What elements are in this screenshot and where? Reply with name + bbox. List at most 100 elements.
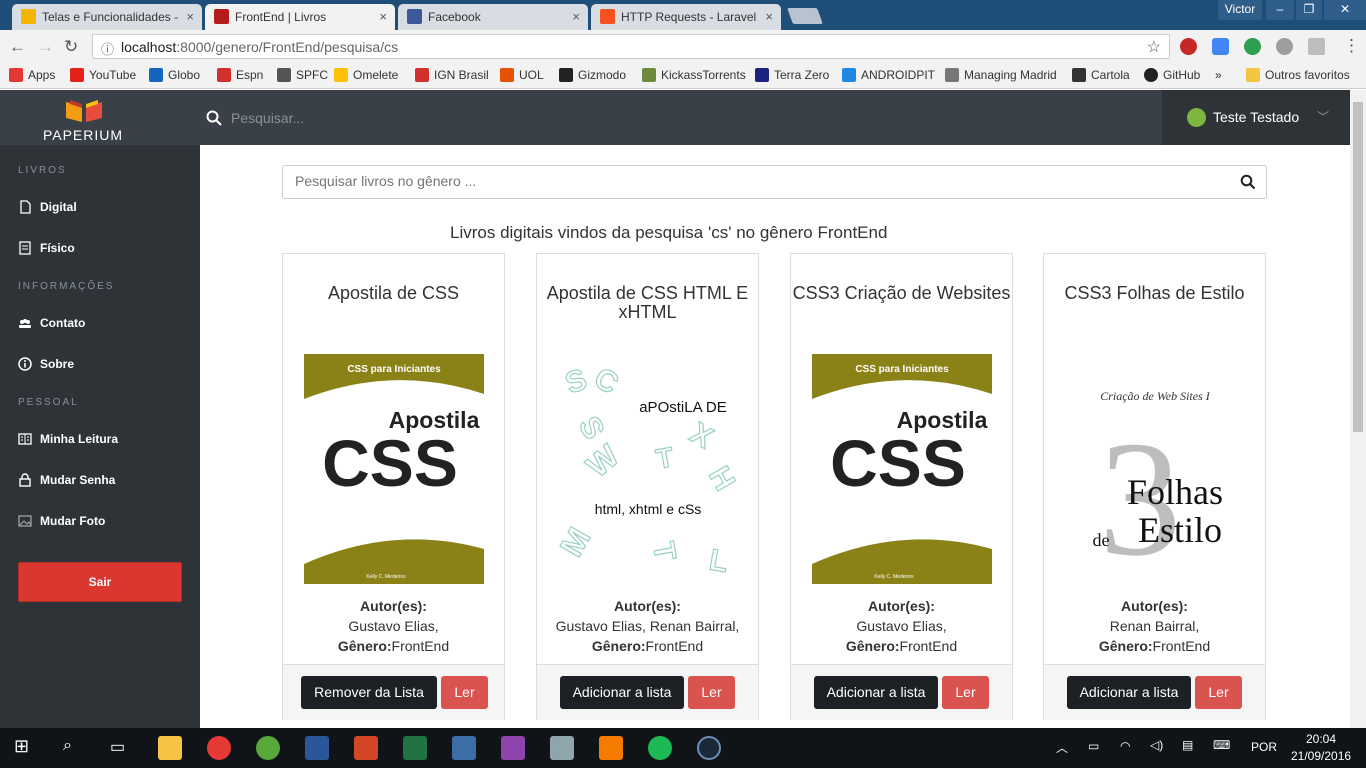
language-indicator[interactable]: POR xyxy=(1251,740,1277,754)
restore-icon[interactable]: ❐ xyxy=(1296,0,1322,20)
book-cover[interactable]: Criação de Web Sites I 3 Folhas de Estil… xyxy=(1065,354,1245,584)
book-title[interactable]: Apostila de CSS HTML E xHTML xyxy=(537,284,758,322)
spotify-icon[interactable] xyxy=(648,736,672,760)
browser-tab-active[interactable]: FrontEnd | Livros × xyxy=(205,4,395,30)
bookmark-uol[interactable]: UOL xyxy=(500,68,544,82)
user-menu[interactable]: Teste Testado ﹀ xyxy=(1162,90,1350,145)
chrome-icon[interactable] xyxy=(207,736,231,760)
bookmark-omelete[interactable]: Omelete xyxy=(334,68,398,82)
virtualbox-icon[interactable] xyxy=(550,736,574,760)
book-search-input[interactable] xyxy=(283,166,1213,196)
bookmark-cartola[interactable]: Cartola xyxy=(1072,68,1130,82)
excel-icon[interactable] xyxy=(403,736,427,760)
bookmark-youtube[interactable]: YouTube xyxy=(70,68,136,82)
add-to-list-button[interactable]: Adicionar a lista xyxy=(814,676,938,709)
sidebar-item-fisico[interactable]: Físico xyxy=(18,241,75,255)
close-icon[interactable]: × xyxy=(379,9,387,24)
read-button[interactable]: Ler xyxy=(942,676,989,709)
bookmark-espn[interactable]: Espn xyxy=(217,68,263,82)
clock-date[interactable]: 21/09/2016 xyxy=(1291,749,1351,763)
bookmark-ign[interactable]: IGN Brasil xyxy=(415,68,489,82)
battery-icon[interactable]: ▭ xyxy=(1088,739,1099,753)
svg-text:Kelly C. Medeiros: Kelly C. Medeiros xyxy=(874,574,914,580)
vlc-icon[interactable] xyxy=(599,736,623,760)
book-title[interactable]: Apostila de CSS xyxy=(283,284,504,303)
top-search-input[interactable]: Pesquisar... xyxy=(231,110,304,126)
forward-icon[interactable]: → xyxy=(37,37,54,57)
extension-icon[interactable] xyxy=(1244,38,1261,55)
gmail-extension-icon[interactable] xyxy=(1276,38,1293,55)
bookmark-star-icon[interactable]: ☆ xyxy=(1147,37,1161,57)
bookmark-kickass[interactable]: KickassTorrents xyxy=(642,68,746,82)
book-cover[interactable]: CSS para Iniciantes Apostila CSS Kelly C… xyxy=(304,354,484,584)
browser-tab[interactable]: HTTP Requests - Laravel × xyxy=(591,4,781,30)
notification-icon[interactable]: ▤ xyxy=(1182,738,1193,752)
bookmark-spfc[interactable]: SPFC xyxy=(277,68,328,82)
bookmark-apps[interactable]: Apps xyxy=(9,68,55,82)
adblock-icon[interactable] xyxy=(1180,38,1197,55)
sidebar-item-contato[interactable]: Contato xyxy=(18,316,85,330)
volume-icon[interactable]: ◁) xyxy=(1150,738,1163,752)
keyboard-icon[interactable]: ⌨ xyxy=(1213,738,1230,752)
steam-icon[interactable] xyxy=(697,736,721,760)
logout-button[interactable]: Sair xyxy=(18,562,182,602)
browser-tab[interactable]: Telas e Funcionalidades - × xyxy=(12,4,202,30)
read-button[interactable]: Ler xyxy=(441,676,488,709)
mysql-workbench-icon[interactable] xyxy=(452,736,476,760)
bookmark-github[interactable]: GitHub xyxy=(1144,68,1200,82)
sidebar-item-digital[interactable]: Digital xyxy=(18,200,77,214)
more-bookmarks-icon[interactable]: » xyxy=(1215,68,1222,82)
window-user[interactable]: Victor xyxy=(1218,0,1262,20)
minimize-icon[interactable]: – xyxy=(1266,0,1294,20)
sidebar-item-minha-leitura[interactable]: Minha Leitura xyxy=(18,432,118,446)
bookmark-globo[interactable]: Globo xyxy=(149,68,200,82)
sidebar-item-mudar-senha[interactable]: Mudar Senha xyxy=(18,473,115,487)
info-icon[interactable]: ⓘ xyxy=(101,39,114,58)
powerpoint-icon[interactable] xyxy=(354,736,378,760)
remove-from-list-button[interactable]: Remover da Lista xyxy=(301,676,437,709)
book-title[interactable]: CSS3 Criação de Websites xyxy=(791,284,1012,303)
word-icon[interactable] xyxy=(305,736,329,760)
bookmark-terra-zero[interactable]: Terra Zero xyxy=(755,68,829,82)
book-cover[interactable]: S C S W X H T M T L aPOstiLA DE html, xh… xyxy=(558,354,738,584)
phpstorm-icon[interactable] xyxy=(501,736,525,760)
clock-time[interactable]: 20:04 xyxy=(1306,732,1336,746)
search-icon[interactable]: ⌕ xyxy=(63,737,72,755)
page-scrollbar[interactable] xyxy=(1350,90,1366,728)
url-input[interactable]: ⓘ localhost:8000/genero/FrontEnd/pesquis… xyxy=(92,34,1170,59)
browser-tab[interactable]: Facebook × xyxy=(398,4,588,30)
bookmark-managing-madrid[interactable]: Managing Madrid xyxy=(945,68,1057,82)
bookmark-folder-other[interactable]: Outros favoritos xyxy=(1246,68,1350,82)
book-info: Autor(es): Gustavo Elias, Renan Bairral,… xyxy=(537,596,758,656)
scrollbar-thumb[interactable] xyxy=(1353,102,1363,432)
sidebar-item-mudar-foto[interactable]: Mudar Foto xyxy=(18,514,105,528)
add-to-list-button[interactable]: Adicionar a lista xyxy=(560,676,684,709)
windows-start-icon[interactable]: ⊞ xyxy=(14,736,29,757)
task-view-icon[interactable]: ▭ xyxy=(110,737,125,757)
close-icon[interactable]: × xyxy=(765,9,773,24)
file-explorer-icon[interactable] xyxy=(158,736,182,760)
close-icon[interactable]: × xyxy=(572,9,580,24)
book-title[interactable]: CSS3 Folhas de Estilo xyxy=(1044,284,1265,303)
search-icon[interactable] xyxy=(1240,174,1256,190)
close-icon[interactable]: × xyxy=(186,9,194,24)
cast-icon[interactable] xyxy=(1308,38,1325,55)
window-close-icon[interactable]: ✕ xyxy=(1324,0,1366,20)
back-icon[interactable]: ← xyxy=(9,37,26,57)
bookmark-gizmodo[interactable]: Gizmodo xyxy=(559,68,626,82)
translate-icon[interactable] xyxy=(1212,38,1229,55)
brand[interactable]: PAPERIUM xyxy=(0,90,193,145)
utorrent-icon[interactable] xyxy=(256,736,280,760)
wifi-icon[interactable]: ◠ xyxy=(1120,739,1130,753)
chevron-up-icon[interactable]: ︿ xyxy=(1056,739,1068,756)
search-icon[interactable] xyxy=(206,110,222,126)
bookmark-androidpit[interactable]: ANDROIDPIT xyxy=(842,68,935,82)
read-button[interactable]: Ler xyxy=(688,676,735,709)
new-tab-button[interactable] xyxy=(787,8,823,24)
read-button[interactable]: Ler xyxy=(1195,676,1242,709)
book-cover[interactable]: CSS para Iniciantes Apostila CSS Kelly C… xyxy=(812,354,992,584)
add-to-list-button[interactable]: Adicionar a lista xyxy=(1067,676,1191,709)
sidebar-item-sobre[interactable]: Sobre xyxy=(18,357,74,371)
reload-icon[interactable]: ↻ xyxy=(64,37,78,57)
menu-icon[interactable]: ⋮ xyxy=(1343,36,1360,56)
